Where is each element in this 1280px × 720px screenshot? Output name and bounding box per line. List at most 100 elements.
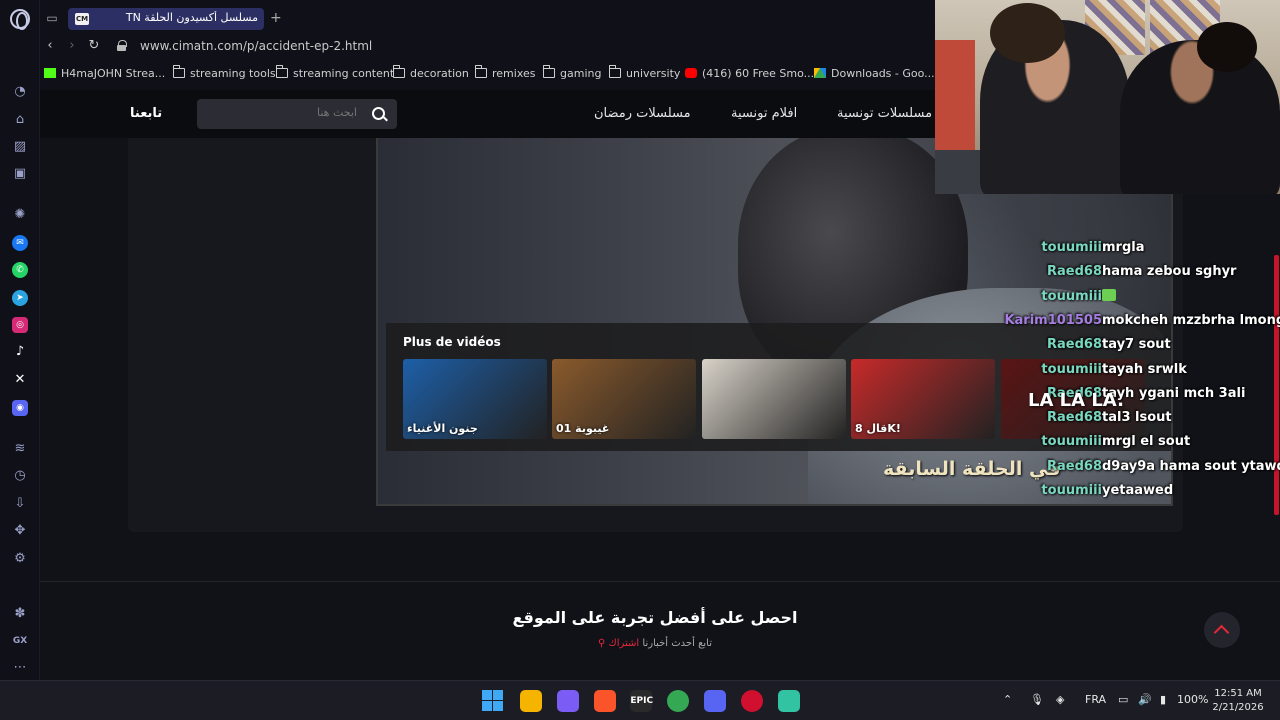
nav-tunisian-films[interactable]: افلام تونسية	[731, 106, 797, 121]
stream-chat-overlay: touumiii mrgla Raed68 hama zebou sghyr touum…	[990, 240, 1280, 505]
bookmark-folder-streaming-content[interactable]: streaming content	[276, 65, 394, 81]
system-clock[interactable]: 12:51 AM 2/21/2026	[1208, 687, 1268, 715]
bookmark-youtube[interactable]: (416) 60 Free Smo...	[685, 67, 814, 81]
tray-overflow-icon[interactable]: ⌃	[1003, 693, 1012, 706]
opera-icon[interactable]	[740, 690, 763, 712]
gx-logo-icon[interactable]: GX	[12, 633, 28, 649]
nav-tunisian-series[interactable]: مسلسلات تونسية	[837, 106, 932, 121]
bookmark-kick[interactable]: H4maJOHN Strea...	[44, 67, 165, 81]
chat-overlay-text: LA LA LA.	[1028, 390, 1124, 411]
video-thumbnail[interactable]: قال 8K!	[851, 359, 995, 439]
bookmark-folder-streaming-tools[interactable]: streaming tools	[173, 65, 276, 81]
tiktok-icon[interactable]: ♪	[12, 344, 28, 360]
downloads-icon[interactable]: ⇩	[12, 496, 28, 512]
extensions-icon[interactable]: ✥	[12, 523, 28, 539]
discord-sidebar-icon[interactable]: ◉	[12, 400, 28, 416]
windows-taskbar: EPIC ⌃ 🎙 ◈ FRA ▭ 🔊 ▮ 100% 12:51 AM 2/21/…	[0, 680, 1280, 720]
opera-menu-icon[interactable]	[10, 9, 30, 30]
more-videos-title: Plus de vidéos	[403, 335, 501, 349]
tab-search-icon[interactable]: ▭	[44, 10, 60, 26]
emote-icon	[1102, 288, 1116, 301]
youtube-icon	[685, 68, 697, 78]
bookmark-google-drive[interactable]: Downloads - Goo...	[814, 67, 935, 81]
chat-message: Raed68 tal3 lsout	[990, 410, 1280, 430]
url-field[interactable]: www.cimatn.com/p/accident-ep-2.html	[140, 39, 372, 53]
tab-active[interactable]: CM مسلسل أكسيدون الحلقة TN	[68, 8, 264, 30]
easy-setup-icon[interactable]: ▣	[12, 166, 28, 182]
chat-text: mrgla	[1102, 240, 1145, 255]
chat-text: hama zebou sghyr	[1102, 264, 1237, 280]
nav-ramadan-series[interactable]: مسلسلات رمضان	[594, 106, 691, 121]
follow-us-link[interactable]: تابعنا	[130, 106, 162, 121]
video-thumbnail[interactable]: جنون الأغنياء	[403, 359, 547, 439]
microphone-icon[interactable]: 🎙	[1030, 693, 1044, 706]
wifi-icon[interactable]: ▭	[1118, 693, 1128, 706]
messenger-icon[interactable]: ✉	[12, 235, 28, 251]
clock-date: 2/21/2026	[1212, 702, 1264, 713]
scroll-to-top-button[interactable]	[1204, 612, 1240, 648]
webcam-person-hair	[1197, 22, 1257, 72]
chat-message: touumiii	[990, 288, 1280, 309]
bookmarks-bar: H4maJOHN Strea... streaming tools stream…	[40, 58, 940, 90]
thumbnail-label: غيبوبة 01	[556, 422, 610, 435]
footer-subscribe-row: تابع أحدث أخبارنا اشتراك ⚲	[40, 638, 1270, 649]
new-tab-button[interactable]: +	[270, 10, 282, 26]
settings-icon[interactable]: ⚙	[12, 551, 28, 567]
bookmark-folder-gaming[interactable]: gaming	[543, 65, 601, 81]
chat-username: Raed68	[1047, 458, 1102, 474]
instagram-icon[interactable]: ◎	[12, 317, 28, 333]
file-manager-icon[interactable]	[520, 690, 542, 712]
subscribe-link[interactable]: اشتراك	[609, 638, 640, 649]
video-thumbnail[interactable]	[702, 359, 846, 439]
battery-icon[interactable]: ▮	[1160, 693, 1166, 706]
chat-message: Raed68 hama zebou sghyr	[990, 264, 1280, 284]
whatsapp-icon[interactable]: ✆	[12, 262, 28, 278]
bookmark-folder-remixes[interactable]: remixes	[475, 65, 536, 81]
language-indicator[interactable]: FRA	[1085, 693, 1106, 706]
back-icon[interactable]: ‹	[42, 38, 58, 54]
windows-start-icon[interactable]	[482, 690, 504, 712]
aria-icon[interactable]: ◔	[12, 84, 28, 100]
folder-icon	[543, 65, 555, 78]
chat-text: yetaawed	[1102, 483, 1174, 498]
more-icon[interactable]: ⋯	[12, 660, 28, 676]
network-icon[interactable]: ◈	[1056, 693, 1064, 706]
pinboard-icon[interactable]: ▨	[12, 139, 28, 155]
bookmark-label: Downloads - Goo...	[831, 67, 935, 80]
chatgpt-icon[interactable]: ✺	[12, 207, 28, 223]
discord-icon[interactable]	[704, 690, 726, 712]
footer-divider	[40, 581, 1280, 582]
chat-message: Raed68 tay7 sout	[990, 337, 1280, 357]
google-drive-icon	[814, 68, 826, 78]
chat-message: touumiii tayah srwlk	[990, 362, 1280, 382]
streamlabs-icon[interactable]	[777, 690, 800, 712]
folder-icon	[173, 65, 185, 78]
site-search[interactable]	[197, 99, 397, 129]
bookmark-folder-university[interactable]: university	[609, 65, 681, 81]
brave-icon[interactable]	[593, 690, 616, 712]
bookmark-folder-decoration[interactable]: decoration	[393, 65, 469, 81]
forward-icon[interactable]: ›	[64, 38, 80, 54]
workspaces-icon[interactable]: ⌂	[12, 112, 28, 128]
reload-icon[interactable]: ↻	[86, 38, 102, 54]
bookmark-label: university	[626, 67, 681, 80]
webcam-background	[935, 40, 975, 160]
epic-games-icon[interactable]: EPIC	[630, 690, 653, 712]
video-thumbnail[interactable]: غيبوبة 01	[552, 359, 696, 439]
search-input[interactable]	[207, 106, 357, 119]
search-icon[interactable]	[372, 107, 385, 120]
chat-text: tay7 sout	[1102, 337, 1171, 353]
chat-message: Karim101505 mokcheh mzzbrha lmonge	[990, 313, 1280, 333]
bookmark-label: streaming tools	[190, 67, 276, 80]
spotify-icon[interactable]: ≋	[12, 441, 28, 457]
history-icon[interactable]: ◷	[12, 468, 28, 484]
gx-corner-icon[interactable]: ✽	[12, 606, 28, 622]
chrome-icon[interactable]	[667, 690, 690, 712]
copilot-icon[interactable]	[556, 690, 579, 712]
chat-username: touumiii	[1041, 361, 1102, 377]
folder-icon	[393, 65, 405, 78]
x-icon[interactable]: ✕	[12, 372, 28, 388]
telegram-icon[interactable]: ➤	[12, 290, 28, 306]
volume-icon[interactable]: 🔊	[1138, 693, 1152, 706]
lock-icon[interactable]	[117, 40, 127, 51]
